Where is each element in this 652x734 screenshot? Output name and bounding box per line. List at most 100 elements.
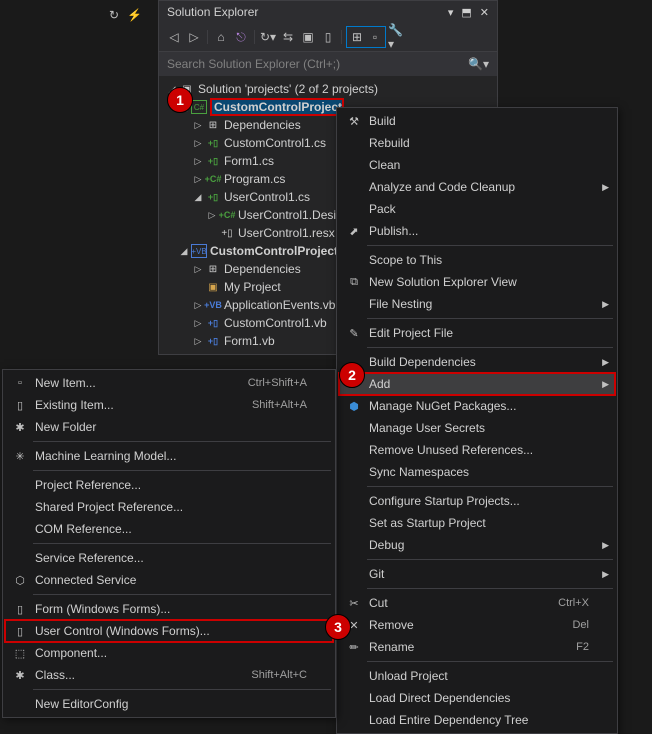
submenu-arrow-icon: ▶ — [602, 299, 609, 310]
expander-icon[interactable]: ◢ — [177, 244, 191, 258]
node-label: ApplicationEvents.vb — [224, 298, 335, 312]
menu-edit-project-file[interactable]: ✎Edit Project File — [339, 322, 615, 344]
menu-add[interactable]: Add▶ — [339, 373, 615, 395]
menu-existing-item[interactable]: ▯Existing Item...Shift+Alt+A — [5, 394, 333, 416]
search-bar[interactable]: Search Solution Explorer (Ctrl+;) 🔍▾ — [159, 52, 497, 76]
expander-icon[interactable]: ▷ — [191, 172, 205, 186]
menu-project-ref[interactable]: Project Reference... — [5, 474, 333, 496]
search-icon[interactable]: 🔍▾ — [468, 57, 489, 71]
expander-icon[interactable]: ▷ — [191, 136, 205, 150]
callout-3: 3 — [325, 614, 351, 640]
solution-node[interactable]: ◢ ▣ Solution 'projects' (2 of 2 projects… — [159, 80, 497, 98]
project-label: CustomControlProject — [210, 98, 344, 116]
preview-icon[interactable]: ▫ — [366, 28, 384, 46]
connsvc-icon: ⬡ — [9, 574, 31, 587]
add-submenu: ▫New Item...Ctrl+Shift+A ▯Existing Item.… — [2, 369, 336, 718]
menu-pack[interactable]: Pack — [339, 198, 615, 220]
menu-connected-service[interactable]: ⬡Connected Service — [5, 569, 333, 591]
expander-icon[interactable]: ▷ — [191, 298, 205, 312]
expander-icon[interactable]: ▷ — [191, 334, 205, 348]
menu-form[interactable]: ▯Form (Windows Forms)... — [5, 598, 333, 620]
menu-load-tree[interactable]: Load Entire Dependency Tree — [339, 709, 615, 731]
menu-analyze[interactable]: Analyze and Code Cleanup▶ — [339, 176, 615, 198]
newitem-icon: ▫ — [9, 377, 31, 389]
folder-icon: ▣ — [205, 280, 221, 294]
menu-sync-namespaces[interactable]: Sync Namespaces — [339, 461, 615, 483]
close-icon[interactable]: ✕ — [480, 6, 489, 19]
pending-icon[interactable]: ↻▾ — [259, 28, 277, 46]
node-label: CustomControl1.cs — [224, 136, 326, 150]
menu-load-direct[interactable]: Load Direct Dependencies — [339, 687, 615, 709]
vb-icon: +▯ — [205, 316, 221, 330]
view-icon[interactable]: ⊞ — [348, 28, 366, 46]
menu-unload[interactable]: Unload Project — [339, 665, 615, 687]
shortcut-label: F2 — [576, 641, 589, 653]
dropdown-icon[interactable]: ▾ — [448, 6, 454, 19]
expander-icon[interactable]: ▷ — [205, 208, 219, 222]
menu-file-nesting[interactable]: File Nesting▶ — [339, 293, 615, 315]
menu-secrets[interactable]: Manage User Secrets — [339, 417, 615, 439]
expander-icon[interactable]: ▷ — [191, 262, 205, 276]
menu-build-deps[interactable]: Build Dependencies▶ — [339, 351, 615, 373]
refresh-icon[interactable]: ↻ — [109, 8, 119, 22]
cs-icon: +▯ — [205, 136, 221, 150]
wrench-icon[interactable]: 🔧▾ — [388, 28, 406, 46]
menu-git[interactable]: Git▶ — [339, 563, 615, 585]
menu-class[interactable]: ✱Class...Shift+Alt+C — [5, 664, 333, 686]
menu-component[interactable]: ⬚Component... — [5, 642, 333, 664]
submenu-arrow-icon: ▶ — [602, 379, 609, 390]
solution-label: Solution 'projects' (2 of 2 projects) — [198, 82, 378, 96]
menu-set-startup[interactable]: Set as Startup Project — [339, 512, 615, 534]
menu-rename[interactable]: ✏RenameF2 — [339, 636, 615, 658]
pin-icon[interactable]: ⬒ — [461, 6, 471, 19]
show-all-icon[interactable]: ▣ — [299, 28, 317, 46]
expander-icon[interactable]: ▷ — [191, 316, 205, 330]
forward-icon[interactable]: ▷ — [185, 28, 203, 46]
menu-build[interactable]: ⚒Build — [339, 110, 615, 132]
shortcut-label: Shift+Alt+C — [251, 669, 307, 681]
menu-debug[interactable]: Debug▶ — [339, 534, 615, 556]
vb-icon: +▯ — [205, 334, 221, 348]
menu-new-folder[interactable]: ✱New Folder — [5, 416, 333, 438]
node-label: UserControl1.Desi — [238, 208, 336, 222]
menu-unused-refs[interactable]: Remove Unused References... — [339, 439, 615, 461]
menu-shared-ref[interactable]: Shared Project Reference... — [5, 496, 333, 518]
menu-editorconfig[interactable]: New EditorConfig — [5, 693, 333, 715]
expander-icon[interactable]: ▷ — [191, 154, 205, 168]
menu-ml-model[interactable]: ✳Machine Learning Model... — [5, 445, 333, 467]
menu-new-view[interactable]: ⧉New Solution Explorer View — [339, 271, 615, 293]
edit-icon: ✎ — [343, 327, 365, 340]
collapse-icon[interactable]: ▯ — [319, 28, 337, 46]
menu-publish[interactable]: ⬈Publish... — [339, 220, 615, 242]
node-label: Program.cs — [224, 172, 285, 186]
menu-new-item[interactable]: ▫New Item...Ctrl+Shift+A — [5, 372, 333, 394]
sync-icon[interactable]: ⇆ — [279, 28, 297, 46]
cs-icon: +▯ — [205, 154, 221, 168]
lightning-icon[interactable]: ⚡ — [127, 8, 142, 22]
menu-cut[interactable]: ✂CutCtrl+X — [339, 592, 615, 614]
cut-icon: ✂ — [343, 597, 365, 610]
rename-icon: ✏ — [343, 641, 365, 654]
menu-remove[interactable]: ✕RemoveDel — [339, 614, 615, 636]
menu-rebuild[interactable]: Rebuild — [339, 132, 615, 154]
menu-configure-startup[interactable]: Configure Startup Projects... — [339, 490, 615, 512]
menu-scope[interactable]: Scope to This — [339, 249, 615, 271]
submenu-arrow-icon: ▶ — [602, 182, 609, 193]
menu-service-ref[interactable]: Service Reference... — [5, 547, 333, 569]
menu-user-control[interactable]: ▯User Control (Windows Forms)... — [5, 620, 333, 642]
top-toolbar: ↻ ⚡ — [109, 8, 142, 22]
nuget-icon: ⬢ — [343, 400, 365, 413]
menu-com-ref[interactable]: COM Reference... — [5, 518, 333, 540]
menu-clean[interactable]: Clean — [339, 154, 615, 176]
existing-icon: ▯ — [9, 399, 31, 412]
node-label: Form1.cs — [224, 154, 274, 168]
home-icon[interactable]: ⌂ — [212, 28, 230, 46]
expander-icon[interactable]: ▷ — [191, 118, 205, 132]
csproj-icon: C# — [191, 100, 207, 114]
menu-nuget[interactable]: ⬢Manage NuGet Packages... — [339, 395, 615, 417]
vb-icon: +VB — [205, 298, 221, 312]
expander-icon[interactable]: ◢ — [191, 190, 205, 204]
back-icon[interactable]: ◁ — [165, 28, 183, 46]
deps-icon: ⊞ — [205, 118, 221, 132]
switch-view-icon[interactable]: ⎋ — [232, 28, 250, 46]
